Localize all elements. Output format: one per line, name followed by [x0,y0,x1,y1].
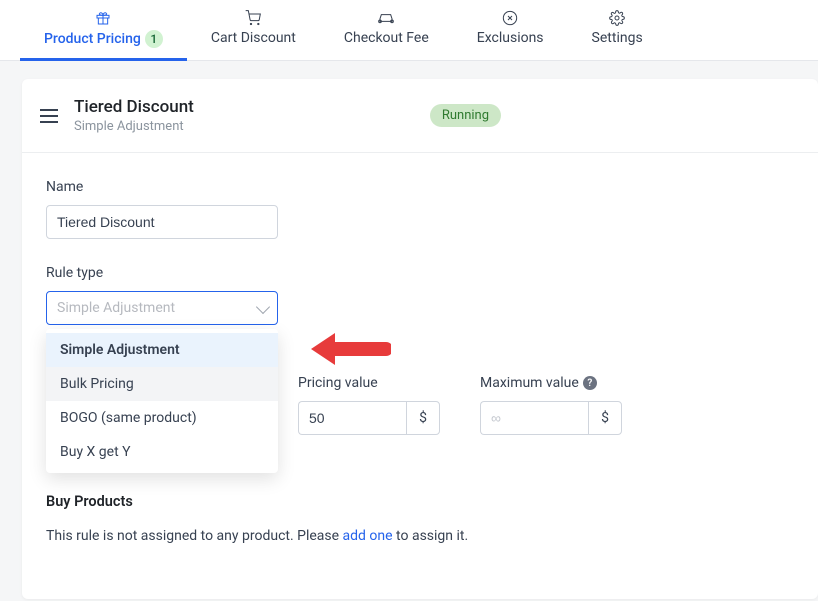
tabs-nav: Product Pricing 1 Cart Discount Checkout… [0,0,818,61]
tab-label: Exclusions [477,30,544,46]
pricing-unit-select[interactable]: $ [406,401,440,435]
cart-icon [245,10,261,26]
rule-type-placeholder: Simple Adjustment [57,300,175,316]
gear-icon [609,10,625,26]
annotation-arrow-icon [311,329,391,369]
rule-subtitle: Simple Adjustment [74,119,194,134]
status-badge: Running [430,104,501,127]
car-icon [378,10,394,26]
dropdown-option-bulk-pricing[interactable]: Bulk Pricing [46,367,278,401]
add-product-link[interactable]: add one [343,528,393,544]
chevron-down-icon [256,300,270,314]
max-value-label: Maximum value ? [480,375,622,391]
tab-cart-discount[interactable]: Cart Discount [187,0,320,60]
rule-type-dropdown: Simple Adjustment Bulk Pricing BOGO (sam… [46,329,278,473]
drag-handle-icon[interactable] [40,109,58,123]
name-input[interactable] [46,205,278,239]
circle-x-icon [502,10,518,26]
tab-count-badge: 1 [145,30,163,48]
tab-product-pricing[interactable]: Product Pricing 1 [20,0,187,60]
dropdown-option-simple-adjustment[interactable]: Simple Adjustment [46,333,278,367]
max-unit-select[interactable]: $ [588,401,622,435]
buy-products-help: This rule is not assigned to any product… [46,528,794,544]
dropdown-option-bogo[interactable]: BOGO (same product) [46,401,278,435]
tab-label: Product Pricing [44,31,141,47]
rule-title: Tiered Discount [74,97,194,117]
rule-type-label: Rule type [46,265,794,281]
buy-products-heading: Buy Products [46,493,794,510]
tab-label: Checkout Fee [344,30,429,46]
name-label: Name [46,179,794,195]
tab-exclusions[interactable]: Exclusions [453,0,568,60]
tab-label: Settings [592,30,643,46]
rule-card: Tiered Discount Simple Adjustment Runnin… [22,79,818,599]
gift-icon [95,10,111,26]
tab-label: Cart Discount [211,30,296,46]
card-header: Tiered Discount Simple Adjustment Runnin… [22,79,818,153]
pricing-value-label: Pricing value [298,375,440,391]
rule-type-select[interactable]: Simple Adjustment [46,291,278,325]
max-value-input[interactable] [480,401,588,435]
dropdown-option-buy-x-get-y[interactable]: Buy X get Y [46,435,278,469]
help-icon[interactable]: ? [583,376,597,390]
pricing-value-input[interactable] [298,401,406,435]
tab-checkout-fee[interactable]: Checkout Fee [320,0,453,60]
tab-settings[interactable]: Settings [568,0,667,60]
